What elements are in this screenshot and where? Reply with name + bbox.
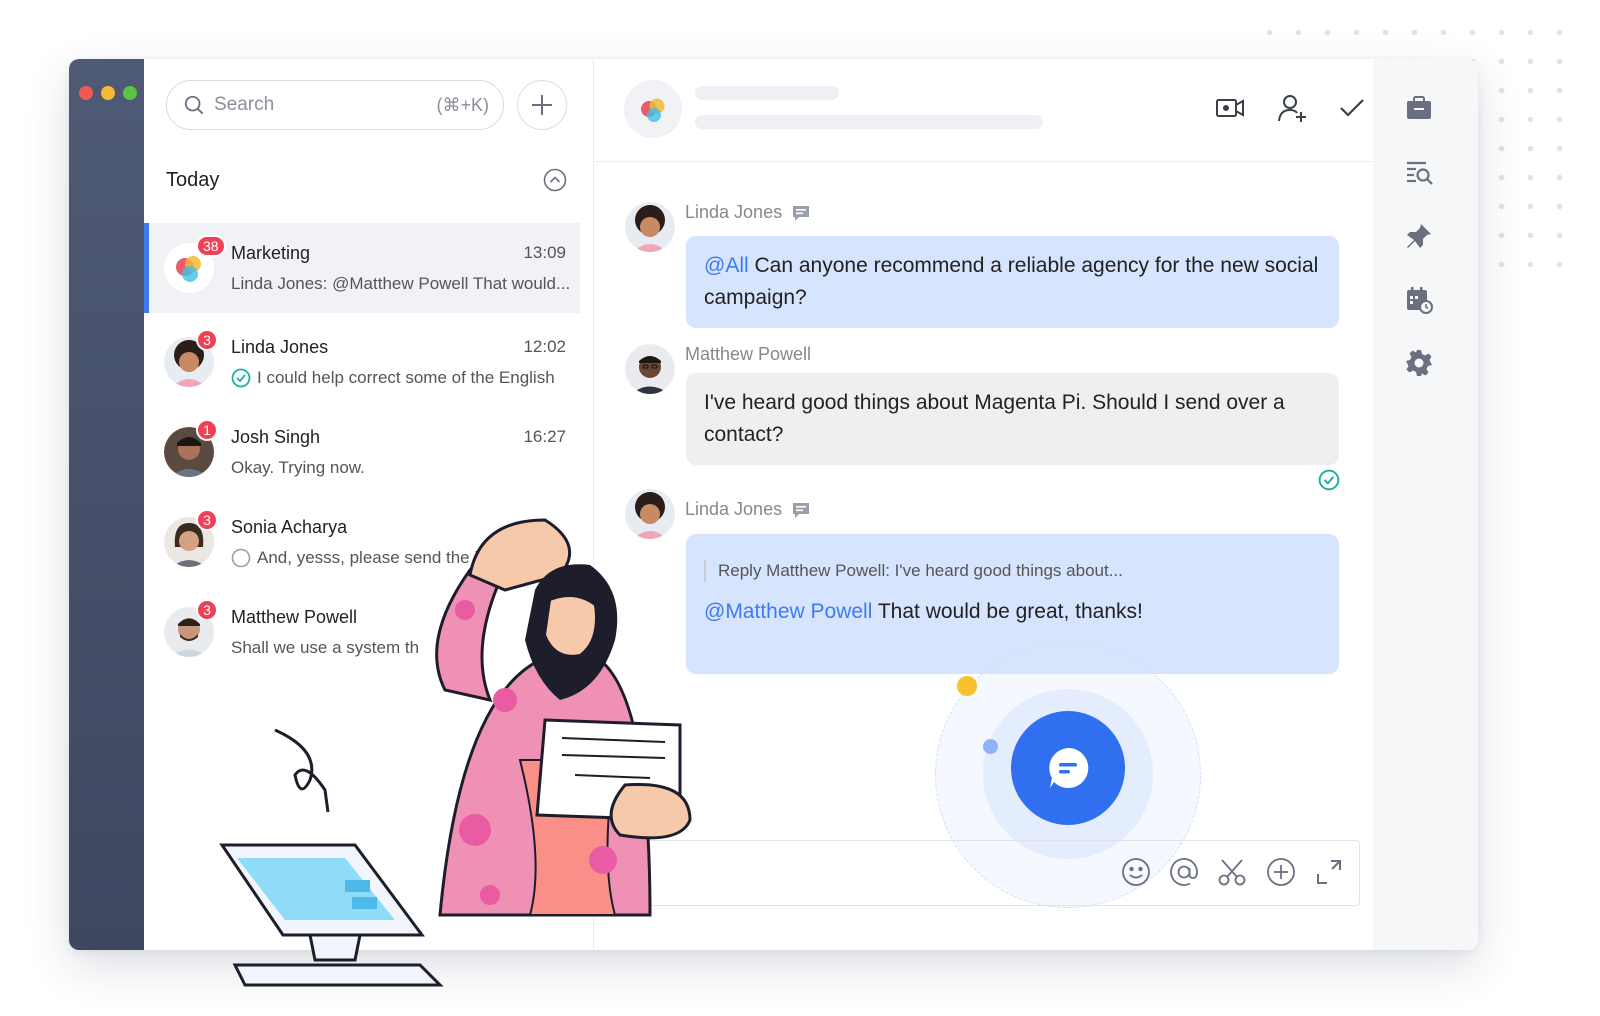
search-shortcut: (⌘+K) [436,94,489,115]
conversation-preview: Shall we use a system th [231,638,419,658]
expand-icon[interactable] [1313,856,1345,888]
conversation-preview: Linda Jones: @Matthew Powell That would.… [231,274,570,294]
conversation-item-matthew-powell[interactable]: 3 Matthew Powell Shall we use a system t… [144,587,580,677]
conversation-item-josh-singh[interactable]: 1 Josh Singh 16:27 Okay. Trying now. [144,407,580,497]
new-chat-button[interactable] [517,80,567,130]
section-title-today: Today [166,169,220,191]
conversation-preview: Okay. Trying now. [231,458,365,478]
conversation-name: Sonia Acharya [231,517,348,537]
conversation-time: 12:02 [523,337,566,356]
orbit-dot-yellow [957,676,977,696]
search-bar[interactable]: Search (⌘+K) [166,80,504,130]
plus-icon [532,95,552,115]
search-document-icon[interactable] [1404,157,1434,187]
conversation-time: 16:27 [523,427,566,446]
pin-icon[interactable] [1404,221,1434,251]
search-icon [184,95,204,115]
message-sender-name: Linda Jones [685,202,810,223]
conversation-preview: I could help correct some of the English [231,368,555,388]
conversation-name: Matthew Powell [231,607,358,627]
left-rail [69,59,144,950]
message-sender-name: Matthew Powell [685,344,811,365]
preview-text: And, yesss, please send the info [257,548,502,567]
read-check-icon [231,368,251,388]
preview-text: Linda Jones: @Matthew Powell That would.… [231,274,571,293]
window-controls [79,86,137,100]
maximize-window-button[interactable] [123,86,137,100]
settings-gear-icon[interactable] [1404,348,1434,378]
at-mention-icon[interactable] [1168,856,1200,888]
preview-text: I could help correct some of the English [257,368,555,387]
chat-bubble-icon [1049,747,1089,788]
sender-avatar [625,489,675,539]
message-text: Can anyone recommend a reliable agency f… [704,254,1319,309]
chat-pane: Linda Jones @All Can anyone recommend a … [595,59,1386,950]
sender-name-text: Linda Jones [685,499,783,519]
orbit-dot-blue [983,739,998,754]
search-placeholder: Search [214,94,275,115]
unread-badge: 1 [196,419,218,441]
add-circle-icon[interactable] [1265,856,1297,888]
unread-badge: 3 [196,599,218,621]
calendar-icon[interactable] [1404,285,1434,315]
unread-badge: 3 [196,509,218,531]
briefcase-icon[interactable] [1404,93,1434,123]
conversation-item-marketing[interactable]: 38 Marketing 13:09 Linda Jones: @Matthew… [144,223,580,313]
video-call-icon[interactable] [1214,92,1246,124]
checkmark-icon[interactable] [1336,92,1368,124]
preview-text: Shall we use a system th [231,638,420,657]
chat-group-avatar [624,80,682,138]
message-text: I've heard good things about Magenta Pi.… [704,391,1285,446]
sender-avatar [625,344,675,394]
unread-badge: 3 [196,329,218,351]
preview-text: Okay. Trying now. [231,458,365,477]
comment-icon [793,502,810,518]
app-window: Search (⌘+K) Today 38 Marketing 13:09 Li… [69,59,1478,950]
conversation-item-sonia-acharya[interactable]: 3 Sonia Acharya And, yesss, please send … [144,497,580,587]
chat-header [595,59,1386,162]
reply-quote[interactable]: Reply Matthew Powell: I've heard good th… [704,560,1321,582]
scissors-icon[interactable] [1216,856,1248,888]
message-sender-name: Linda Jones [685,499,810,520]
conversation-name: Linda Jones [231,337,329,357]
conversation-name: Josh Singh [231,427,321,447]
conversation-time: 13:09 [523,243,566,262]
floating-chat-button[interactable] [1011,711,1125,825]
sender-avatar [625,202,675,252]
add-user-icon[interactable] [1276,92,1308,124]
conversation-name: Marketing [231,243,311,263]
conversation-item-linda-jones[interactable]: 3 Linda Jones 12:02 I could help correct… [144,317,580,407]
conversation-preview: And, yesss, please send the info [231,548,502,568]
unread-circle-icon [231,548,251,568]
read-check-icon [1318,469,1340,491]
close-window-button[interactable] [79,86,93,100]
minimize-window-button[interactable] [101,86,115,100]
message-text: That would be great, thanks! [872,600,1143,623]
sender-name-text: Matthew Powell [685,344,812,364]
sender-name-text: Linda Jones [685,202,783,222]
mention-link[interactable]: @Matthew Powell [704,600,872,623]
subtitle-placeholder [695,115,1043,129]
message-bubble: @All Can anyone recommend a reliable age… [686,236,1339,328]
emoji-icon[interactable] [1120,856,1152,888]
conversation-list-pane: Search (⌘+K) Today 38 Marketing 13:09 Li… [144,59,594,950]
message-input[interactable] [615,840,1360,906]
comment-icon [793,205,810,221]
unread-badge: 38 [196,235,226,257]
mention-link[interactable]: @All [704,254,749,277]
title-placeholder [695,86,839,100]
chevron-up-circle-icon[interactable] [543,168,567,192]
right-rail [1373,59,1478,950]
message-bubble: I've heard good things about Magenta Pi.… [686,373,1339,465]
